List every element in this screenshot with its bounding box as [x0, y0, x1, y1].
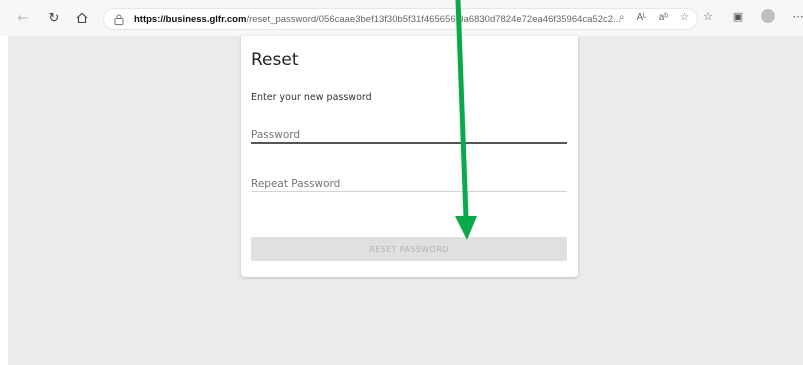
repeat-password-underline — [251, 191, 567, 192]
favorite-icon[interactable]: ☆ — [680, 12, 689, 23]
collections-icon[interactable]: ▣ — [730, 8, 746, 24]
browser-toolbar: ← ↻ https://business.glfr.com/reset_pass… — [0, 0, 803, 36]
page-title: Reset — [251, 50, 299, 70]
profile-icon[interactable] — [760, 8, 776, 24]
back-icon[interactable]: ← — [13, 8, 33, 28]
translate-icon[interactable]: aᵇ — [659, 12, 668, 23]
url-path: /reset_password/056caae3bef13f30b5f31f46… — [246, 13, 621, 25]
instruction-text: Enter your new password — [251, 92, 372, 103]
zoom-icon[interactable]: ⌕ — [619, 12, 625, 23]
password-underline — [251, 142, 567, 144]
address-bar[interactable]: https://business.glfr.com/reset_password… — [103, 8, 698, 30]
read-aloud-icon[interactable]: Aᴸ — [637, 12, 647, 23]
reset-card: Reset Enter your new password RESET PASS… — [241, 36, 578, 277]
favorites-icon[interactable]: ☆ — [700, 8, 716, 24]
lock-icon[interactable] — [112, 12, 126, 26]
page-viewport: Reset Enter your new password RESET PASS… — [8, 36, 803, 365]
reset-password-button[interactable]: RESET PASSWORD — [251, 237, 567, 261]
more-icon[interactable]: ⋯ — [790, 8, 803, 24]
refresh-icon[interactable]: ↻ — [44, 8, 64, 28]
url-host: https://business.glfr.com — [134, 13, 247, 25]
home-icon[interactable] — [72, 8, 92, 28]
